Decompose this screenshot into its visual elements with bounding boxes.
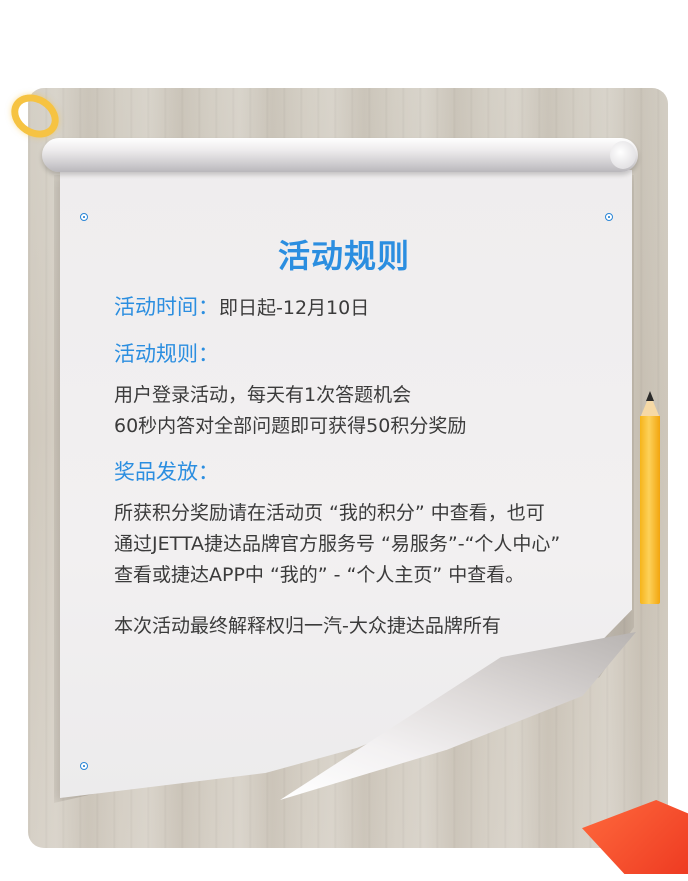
pin-icon [80,762,88,770]
page-title: 活动规则 [277,237,410,275]
pencil-icon [640,416,660,604]
prize-line: 查看或捷达APP中 “我的” - “个人主页” 中查看。 [114,564,525,586]
time-label: 活动时间： [114,295,219,319]
prize-line: 所获积分奖励请在活动页 “我的积分” 中查看，也可 [114,502,545,524]
rules-line: 60秒内答对全部问题即可获得50积分奖励 [114,415,467,437]
paper-roll [42,138,638,172]
prize-heading: 奖品发放： [114,460,219,484]
footer-note: 本次活动最终解释权归一汽-大众捷达品牌所有 [114,615,501,637]
rules-content: 活动时间：即日起-12月10日 活动规则： 用户登录活动，每天有1次答题机会 6… [114,292,634,642]
time-row: 活动时间：即日起-12月10日 [114,292,634,324]
time-value: 即日起-12月10日 [219,297,370,319]
rules-line: 用户登录活动，每天有1次答题机会 [114,384,412,406]
prize-line: 通过JETTA捷达品牌官方服务号 “易服务”-“个人中心” [114,533,561,555]
rules-heading: 活动规则： [114,342,219,366]
pin-icon [605,213,613,221]
pin-icon [80,213,88,221]
